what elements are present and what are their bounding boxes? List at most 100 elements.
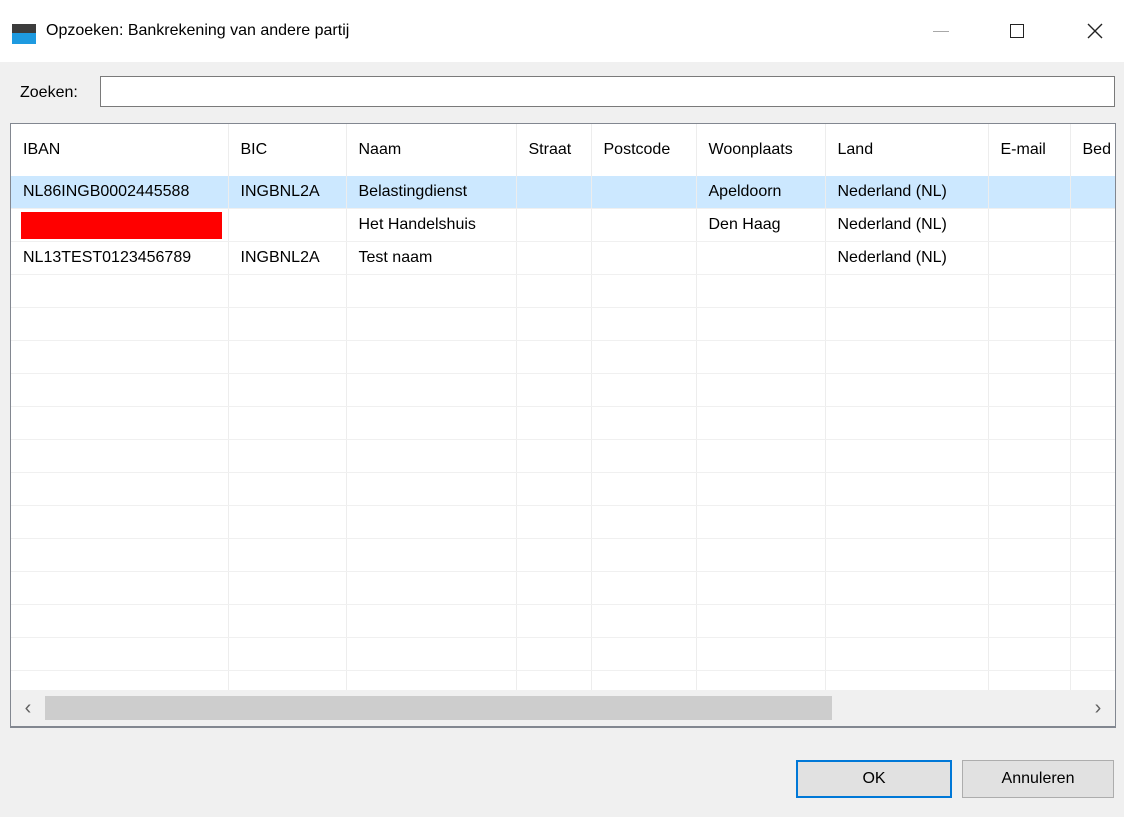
empty-cell (228, 637, 347, 671)
empty-cell (825, 571, 989, 605)
search-input[interactable] (100, 76, 1115, 107)
empty-cell (696, 505, 826, 539)
empty-row (11, 406, 1115, 440)
empty-cell (591, 274, 697, 308)
empty-cell (346, 274, 517, 308)
cell-land: Nederland (NL) (825, 176, 989, 209)
empty-cell (228, 274, 347, 308)
maximize-button[interactable] (994, 10, 1040, 52)
close-button[interactable] (1072, 10, 1118, 52)
scrollbar-thumb[interactable] (45, 696, 832, 720)
empty-cell (1070, 373, 1115, 407)
empty-cell (825, 538, 989, 572)
close-icon (1087, 23, 1103, 39)
empty-cell (228, 340, 347, 374)
cell-land: Nederland (NL) (825, 241, 989, 275)
cell-iban: NL13TEST0123456789 (11, 241, 229, 275)
empty-cell (346, 604, 517, 638)
empty-cell (228, 505, 347, 539)
table-row[interactable]: NL13TEST0123456789 INGBNL2A Test naam Ne… (11, 241, 1115, 275)
empty-cell (825, 505, 989, 539)
empty-cell (11, 505, 229, 539)
empty-cell (346, 505, 517, 539)
column-header-straat[interactable]: Straat (516, 124, 592, 176)
cell-woonplaats: Apeldoorn (696, 176, 826, 209)
column-header-bic[interactable]: BIC (228, 124, 347, 176)
empty-cell (516, 307, 592, 341)
ok-button[interactable]: OK (796, 760, 952, 798)
empty-cell (346, 406, 517, 440)
cell-email (988, 176, 1071, 209)
empty-cell (988, 373, 1071, 407)
empty-cell (825, 307, 989, 341)
table-row[interactable]: NL86INGB0002445588 INGBNL2A Belastingdie… (11, 176, 1115, 209)
empty-cell (1070, 307, 1115, 341)
empty-cell (1070, 538, 1115, 572)
empty-row (11, 571, 1115, 605)
minimize-button[interactable] (918, 10, 964, 52)
empty-cell (346, 637, 517, 671)
column-header-woonplaats[interactable]: Woonplaats (696, 124, 826, 176)
empty-cell (696, 274, 826, 308)
column-header-land[interactable]: Land (825, 124, 989, 176)
empty-cell (11, 472, 229, 506)
empty-row (11, 274, 1115, 308)
empty-cell (228, 307, 347, 341)
empty-cell (11, 604, 229, 638)
empty-cell (346, 307, 517, 341)
cell-woonplaats: Den Haag (696, 208, 826, 242)
empty-cell (825, 373, 989, 407)
empty-row (11, 340, 1115, 374)
empty-cell (1070, 406, 1115, 440)
cell-iban: NL86INGB0002445588 (11, 176, 229, 209)
empty-cell (1070, 340, 1115, 374)
empty-cell (825, 637, 989, 671)
empty-cell (591, 439, 697, 473)
empty-cell (591, 373, 697, 407)
cell-postcode (591, 208, 697, 242)
column-header-email[interactable]: E-mail (988, 124, 1071, 176)
results-table: IBAN BIC Naam Straat Postcode Woonplaats… (11, 124, 1115, 704)
scroll-right-icon[interactable]: › (1081, 690, 1115, 726)
scroll-left-icon[interactable]: ‹ (11, 690, 45, 726)
cell-iban (11, 208, 229, 242)
empty-cell (1070, 472, 1115, 506)
column-header-postcode[interactable]: Postcode (591, 124, 697, 176)
empty-row (11, 307, 1115, 341)
empty-cell (516, 505, 592, 539)
cell-bed (1070, 208, 1115, 242)
empty-cell (346, 472, 517, 506)
column-header-bed[interactable]: Bed (1070, 124, 1115, 176)
empty-cell (228, 538, 347, 572)
cell-bic: INGBNL2A (228, 241, 347, 275)
column-header-naam[interactable]: Naam (346, 124, 517, 176)
empty-cell (825, 472, 989, 506)
empty-cell (696, 373, 826, 407)
empty-cell (988, 406, 1071, 440)
redaction-block (21, 211, 222, 239)
cancel-button[interactable]: Annuleren (962, 760, 1114, 798)
empty-cell (516, 472, 592, 506)
title-bar: Opzoeken: Bankrekening van andere partij (0, 0, 1124, 62)
empty-cell (11, 637, 229, 671)
cell-bic (228, 208, 347, 242)
cell-postcode (591, 176, 697, 209)
column-header-iban[interactable]: IBAN (11, 124, 229, 176)
empty-row (11, 538, 1115, 572)
empty-cell (591, 637, 697, 671)
empty-cell (591, 340, 697, 374)
empty-cell (825, 439, 989, 473)
empty-cell (228, 439, 347, 473)
horizontal-scrollbar[interactable]: ‹ › (10, 690, 1116, 727)
empty-cell (988, 340, 1071, 374)
table-row[interactable]: Het Handelshuis Den Haag Nederland (NL) (11, 208, 1115, 242)
empty-rows (11, 274, 1115, 704)
empty-cell (988, 637, 1071, 671)
window-title: Opzoeken: Bankrekening van andere partij (46, 22, 350, 39)
empty-row (11, 472, 1115, 506)
empty-row (11, 373, 1115, 407)
empty-cell (696, 571, 826, 605)
empty-cell (1070, 439, 1115, 473)
empty-cell (11, 307, 229, 341)
empty-cell (988, 571, 1071, 605)
